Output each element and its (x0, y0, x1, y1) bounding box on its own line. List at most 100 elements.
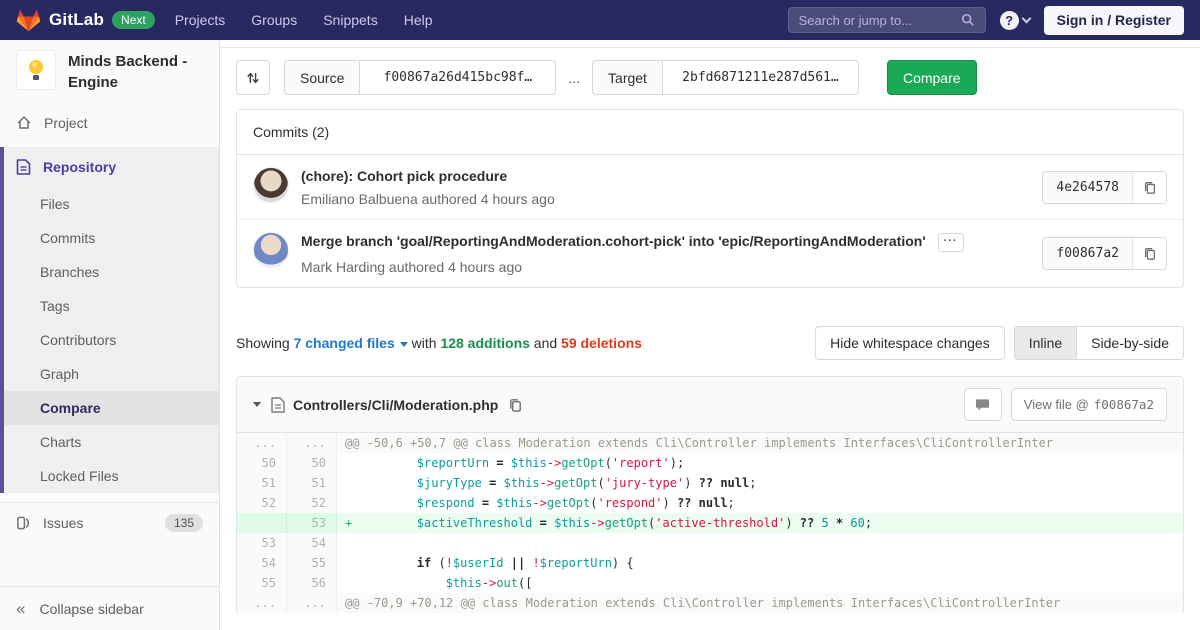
sidebar-item-compare[interactable]: Compare (4, 391, 219, 425)
side-by-side-view-button[interactable]: Side-by-side (1076, 327, 1183, 359)
new-line-number[interactable]: 55 (287, 553, 337, 573)
document-icon (16, 159, 31, 175)
diff-file-name[interactable]: Controllers/Cli/Moderation.php (293, 397, 498, 413)
sidebar-item-issues[interactable]: Issues 135 (0, 502, 219, 543)
commit-row: Merge branch 'goal/ReportingAndModeratio… (237, 219, 1183, 287)
issues-label: Issues (43, 515, 83, 531)
commit-title[interactable]: (chore): Cohort pick procedure (301, 168, 507, 184)
sidebar-item-contributors[interactable]: Contributors (4, 323, 219, 357)
project-header[interactable]: Minds Backend - Engine (0, 40, 219, 105)
primary-nav: Projects Groups Snippets Help (175, 12, 433, 28)
diff-code-row: 5455 if (!$userId || !$reportUrn) { (237, 553, 1183, 573)
project-name: Minds Backend - Engine (68, 50, 203, 93)
help-icon: ? (1000, 11, 1019, 30)
sidebar-item-commits[interactable]: Commits (4, 221, 219, 255)
diff-code-row: 5151 $juryType = $this->getOpt('jury-typ… (237, 473, 1183, 493)
changed-files-dropdown[interactable]: 7 changed files (294, 335, 408, 351)
nav-link-projects[interactable]: Projects (175, 12, 226, 28)
diff-hunk-row: ......@@ -70,9 +70,12 @@ class Moderatio… (237, 593, 1183, 613)
lightbulb-icon (29, 60, 43, 80)
sidebar-item-locked-files[interactable]: Locked Files (4, 459, 219, 493)
new-line-number[interactable]: 53 (287, 513, 337, 533)
commit-sha-group: f00867a2 (1042, 237, 1167, 270)
collapse-sidebar-button[interactable]: « Collapse sidebar (0, 586, 219, 630)
range-dots: ... (568, 70, 580, 86)
avatar[interactable] (253, 167, 289, 203)
new-line-number[interactable]: ... (287, 433, 337, 453)
copy-sha-button[interactable] (1132, 172, 1166, 203)
summary-and: and (534, 335, 557, 351)
commit-row: (chore): Cohort pick procedure Emiliano … (237, 155, 1183, 219)
hide-whitespace-button[interactable]: Hide whitespace changes (815, 326, 1005, 360)
avatar[interactable] (253, 232, 289, 268)
diff-view-toggle: Inline Side-by-side (1014, 326, 1184, 360)
view-file-button[interactable]: View file @ f00867a2 (1011, 388, 1167, 421)
new-line-number[interactable]: 56 (287, 573, 337, 593)
copy-icon (1143, 246, 1157, 261)
code-line: if (!$userId || !$reportUrn) { (337, 553, 1183, 573)
old-line-number[interactable] (237, 513, 287, 533)
toggle-comments-button[interactable] (964, 388, 1002, 421)
old-line-number[interactable]: 50 (237, 453, 287, 473)
repository-subnav: Files Commits Branches Tags Contributors… (4, 187, 219, 493)
sidebar-item-project[interactable]: Project (0, 105, 219, 141)
source-label: Source (284, 60, 360, 95)
code-line: $this->out([ (337, 573, 1183, 593)
new-line-number[interactable]: 54 (287, 533, 337, 553)
sidebar-item-charts[interactable]: Charts (4, 425, 219, 459)
sidebar-item-branches[interactable]: Branches (4, 255, 219, 289)
diff-hunk-row: ......@@ -50,6 +50,7 @@ class Moderation… (237, 433, 1183, 453)
sidebar: Minds Backend - Engine Project Repositor… (0, 40, 220, 630)
old-line-number[interactable]: 52 (237, 493, 287, 513)
commit-sha[interactable]: f00867a2 (1043, 238, 1132, 269)
top-navbar: GitLab Next Projects Groups Snippets Hel… (0, 0, 1200, 40)
target-ref-input[interactable] (663, 60, 859, 95)
new-line-number[interactable]: ... (287, 593, 337, 613)
summary-prefix: Showing (236, 335, 290, 351)
nav-link-snippets[interactable]: Snippets (323, 12, 377, 28)
new-line-number[interactable]: 52 (287, 493, 337, 513)
new-line-number[interactable]: 51 (287, 473, 337, 493)
nav-link-help[interactable]: Help (404, 12, 433, 28)
swap-revisions-button[interactable] (236, 60, 270, 95)
old-line-number[interactable]: 55 (237, 573, 287, 593)
sidebar-item-tags[interactable]: Tags (4, 289, 219, 323)
gitlab-brand[interactable]: GitLab Next (16, 8, 155, 32)
old-line-number[interactable]: 53 (237, 533, 287, 553)
sidebar-item-files[interactable]: Files (4, 187, 219, 221)
new-line-number[interactable]: 50 (287, 453, 337, 473)
target-label: Target (592, 60, 663, 95)
sign-in-register-button[interactable]: Sign in / Register (1044, 6, 1184, 35)
old-line-number[interactable]: 54 (237, 553, 287, 573)
old-line-number[interactable]: 51 (237, 473, 287, 493)
project-avatar (16, 50, 56, 90)
help-menu[interactable]: ? (1000, 11, 1030, 30)
repository-label: Repository (43, 159, 116, 175)
commit-sha[interactable]: 4e264578 (1043, 172, 1132, 203)
search-placeholder: Search or jump to... (799, 13, 961, 28)
commits-panel: Commits (2) (chore): Cohort pick procedu… (236, 109, 1184, 288)
commit-meta: Mark Harding authored 4 hours ago (301, 259, 1042, 275)
nav-link-groups[interactable]: Groups (251, 12, 297, 28)
issues-count-badge: 135 (165, 514, 203, 532)
deletions-count: 59 deletions (561, 335, 642, 351)
source-ref-input[interactable] (360, 60, 556, 95)
copy-file-path-button[interactable] (508, 397, 523, 413)
expand-commit-message-button[interactable]: ··· (938, 233, 964, 252)
code-line (337, 533, 1183, 553)
diff-table: ......@@ -50,6 +50,7 @@ class Moderation… (237, 433, 1183, 613)
sidebar-item-repository[interactable]: Repository (4, 147, 219, 187)
diff-code-row: 5354 (237, 533, 1183, 553)
old-line-number[interactable]: ... (237, 593, 287, 613)
page-content: Source ... Target Compare Commits (2) (c… (220, 48, 1200, 613)
copy-sha-button[interactable] (1132, 238, 1166, 269)
search-input[interactable]: Search or jump to... (788, 7, 986, 33)
inline-view-button[interactable]: Inline (1015, 327, 1076, 359)
commit-title[interactable]: Merge branch 'goal/ReportingAndModeratio… (301, 233, 926, 249)
sidebar-item-graph[interactable]: Graph (4, 357, 219, 391)
collapse-file-caret-icon[interactable] (253, 402, 261, 407)
old-line-number[interactable]: ... (237, 433, 287, 453)
compare-button[interactable]: Compare (887, 60, 977, 95)
copy-icon (508, 397, 523, 413)
diff-file-panel: Controllers/Cli/Moderation.php View fil (236, 376, 1184, 613)
